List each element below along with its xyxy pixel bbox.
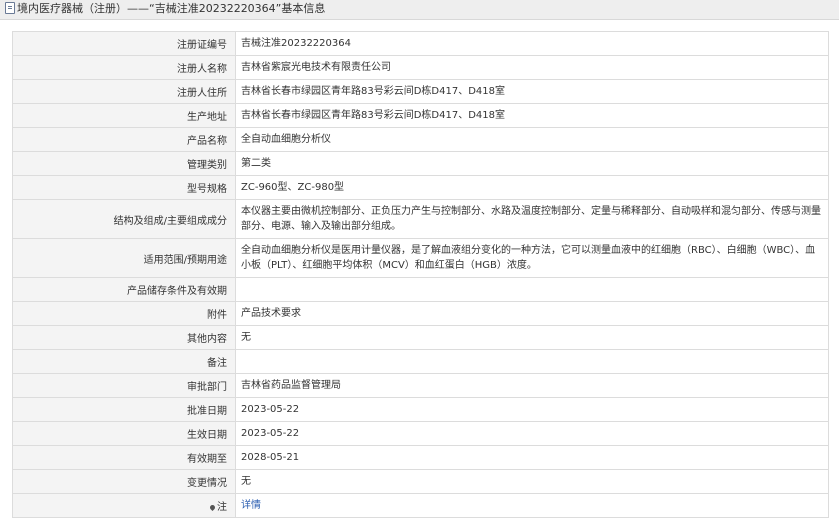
row-label: 有效期至: [12, 445, 236, 470]
row-value: 产品技术要求: [235, 301, 829, 326]
row-value: 第二类: [235, 151, 829, 176]
row-value: 全自动血细胞分析仪是医用计量仪器，是了解血液组分变化的一种方法，它可以测量血液中…: [235, 238, 829, 278]
row-value: 无: [235, 469, 829, 494]
document-icon: [5, 2, 15, 14]
table-row: 其他内容 无: [12, 325, 829, 350]
row-label: 生效日期: [12, 421, 236, 446]
table-row: 适用范围/预期用途 全自动血细胞分析仪是医用计量仪器，是了解血液组分变化的一种方…: [12, 238, 829, 278]
row-value: 无: [235, 325, 829, 350]
table-row: 结构及组成/主要组成成分 本仪器主要由微机控制部分、正负压力产生与控制部分、水路…: [12, 199, 829, 239]
row-label: 结构及组成/主要组成成分: [12, 199, 236, 239]
row-label: 产品储存条件及有效期: [12, 277, 236, 302]
row-label: 生产地址: [12, 103, 236, 128]
row-value: 吉林省药品监督管理局: [235, 373, 829, 398]
table-row: 生产地址 吉林省长春市绿园区青年路83号彩云间D栋D417、D418室: [12, 103, 829, 128]
info-table: 注册证编号 吉械注准20232220364 注册人名称 吉林省紫宸光电技术有限责…: [12, 31, 829, 518]
row-label: 注册证编号: [12, 31, 236, 56]
table-row: 注册人名称 吉林省紫宸光电技术有限责任公司: [12, 55, 829, 80]
row-value: [235, 277, 829, 302]
row-value: 2023-05-22: [235, 397, 829, 422]
row-value: 吉林省长春市绿园区青年路83号彩云间D栋D417、D418室: [235, 79, 829, 104]
table-row: 批准日期 2023-05-22: [12, 397, 829, 422]
page-header: 境内医疗器械（注册）——“吉械注准20232220364”基本信息: [0, 0, 839, 20]
row-value: [235, 349, 829, 374]
table-row: 备注: [12, 349, 829, 374]
table-row: 注册人住所 吉林省长春市绿园区青年路83号彩云间D栋D417、D418室: [12, 79, 829, 104]
row-label: 管理类别: [12, 151, 236, 176]
row-value: 2023-05-22: [235, 421, 829, 446]
table-row: 产品名称 全自动血细胞分析仪: [12, 127, 829, 152]
row-label: 批准日期: [12, 397, 236, 422]
table-row: 注册证编号 吉械注准20232220364: [12, 31, 829, 56]
note-label-cell: 注: [12, 493, 236, 518]
table-row: 审批部门 吉林省药品监督管理局: [12, 373, 829, 398]
row-value: ZC-960型、ZC-980型: [235, 175, 829, 200]
row-label: 产品名称: [12, 127, 236, 152]
row-label: 其他内容: [12, 325, 236, 350]
table-row: 产品储存条件及有效期: [12, 277, 829, 302]
row-value: 全自动血细胞分析仪: [235, 127, 829, 152]
row-value: 本仪器主要由微机控制部分、正负压力产生与控制部分、水路及温度控制部分、定量与稀释…: [235, 199, 829, 239]
pin-icon: [208, 503, 217, 512]
table-row: 变更情况 无: [12, 469, 829, 494]
row-value: 吉林省紫宸光电技术有限责任公司: [235, 55, 829, 80]
row-label: 型号规格: [12, 175, 236, 200]
row-value: 吉林省长春市绿园区青年路83号彩云间D栋D417、D418室: [235, 103, 829, 128]
row-label: 备注: [12, 349, 236, 374]
row-label: 审批部门: [12, 373, 236, 398]
table-row: 有效期至 2028-05-21: [12, 445, 829, 470]
table-row: 型号规格 ZC-960型、ZC-980型: [12, 175, 829, 200]
note-label: 注: [217, 502, 227, 513]
row-value: 吉械注准20232220364: [235, 31, 829, 56]
row-label: 变更情况: [12, 469, 236, 494]
note-value-cell: 详情: [235, 493, 829, 518]
table-row: 生效日期 2023-05-22: [12, 421, 829, 446]
row-label: 适用范围/预期用途: [12, 238, 236, 278]
info-table-container: 注册证编号 吉械注准20232220364 注册人名称 吉林省紫宸光电技术有限责…: [12, 31, 829, 518]
table-row: 管理类别 第二类: [12, 151, 829, 176]
details-link[interactable]: 详情: [241, 500, 261, 511]
row-label: 附件: [12, 301, 236, 326]
row-value: 2028-05-21: [235, 445, 829, 470]
row-label: 注册人名称: [12, 55, 236, 80]
table-row: 附件 产品技术要求: [12, 301, 829, 326]
page-title: 境内医疗器械（注册）——“吉械注准20232220364”基本信息: [17, 2, 326, 15]
note-row: 注 详情: [12, 493, 829, 518]
row-label: 注册人住所: [12, 79, 236, 104]
